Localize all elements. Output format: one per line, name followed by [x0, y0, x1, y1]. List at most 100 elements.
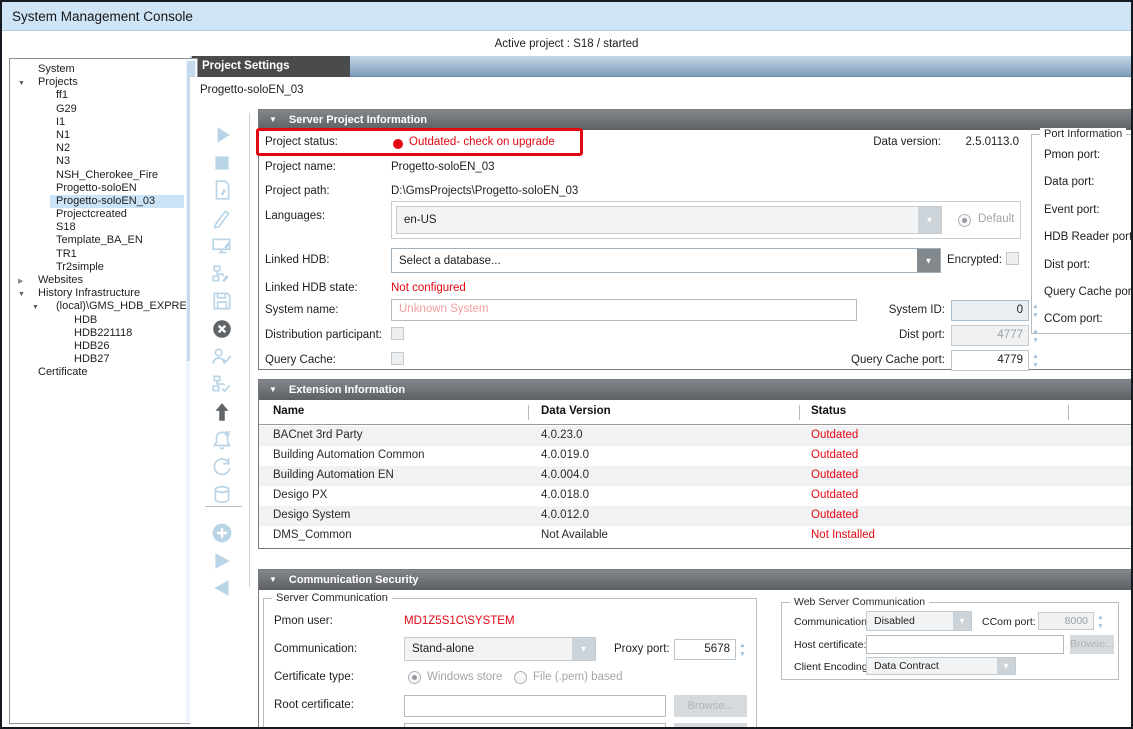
encrypted-checkbox[interactable] [1006, 252, 1019, 265]
table-row[interactable]: DMS_CommonNot AvailableNot Installed [259, 526, 1132, 546]
tree-item-label: Certificate [38, 366, 88, 379]
tree-item-websites[interactable]: ▶Websites [10, 274, 197, 287]
table-row[interactable]: Building Automation EN4.0.004.0Outdated [259, 466, 1132, 486]
tab-project-settings[interactable]: Project Settings [192, 56, 350, 77]
tree-item-system[interactable]: System [10, 63, 197, 76]
chevron-down-icon[interactable] [917, 249, 940, 272]
query-cache-port-stepper[interactable]: 4779 [951, 350, 1029, 371]
cell-status: Outdated [811, 449, 858, 461]
tree-item-n3[interactable]: N3 [10, 155, 197, 168]
collapse-icon[interactable]: ▼ [269, 110, 277, 130]
root-certificate-browse-button[interactable]: Browse... [674, 695, 747, 717]
section-header-server-project-information[interactable]: ▼Server Project Information [259, 110, 1132, 130]
tree-item-progetto-soloen-03[interactable]: Progetto-soloEN_03 [10, 195, 197, 208]
dist-port-stepper[interactable]: 4777 [951, 325, 1029, 346]
web-communication-dropdown[interactable]: Disabled [866, 611, 972, 631]
tree-item-projectcreated[interactable]: Projectcreated [10, 208, 197, 221]
cell-status: Outdated [811, 489, 858, 501]
edit-station-icon[interactable] [211, 235, 233, 257]
stepper-arrows-icon[interactable]: ▲▼ [1030, 350, 1041, 371]
root-certificate-input[interactable] [404, 695, 666, 717]
upgrade-project-icon[interactable] [211, 401, 233, 423]
table-row[interactable]: Desigo PX4.0.018.0Outdated [259, 486, 1132, 506]
tree-item-n2[interactable]: N2 [10, 142, 197, 155]
tree-item--local-gms-hdb-express[interactable]: ▼(local)\GMS_HDB_EXPRESS [10, 300, 197, 313]
start-project-icon[interactable] [211, 124, 233, 146]
tree-item-hdb27[interactable]: HDB27 [10, 353, 197, 366]
chevron-down-icon[interactable] [997, 658, 1015, 674]
tree-item-i1[interactable]: I1 [10, 116, 197, 129]
file-pem-radio[interactable] [514, 671, 527, 684]
save-project-icon[interactable] [211, 290, 233, 312]
tree-item-label: TR1 [56, 248, 77, 261]
edit-distribution-icon[interactable] [211, 263, 233, 285]
encrypted-label: Encrypted: [947, 254, 1002, 266]
column-header-name[interactable]: Name [273, 405, 304, 417]
table-row[interactable]: BACnet 3rd Party4.0.23.0Outdated [259, 426, 1132, 446]
chevron-down-icon[interactable] [918, 207, 941, 233]
mute-notifications-icon[interactable] [211, 429, 233, 451]
web-host-certificate-input[interactable] [866, 635, 1064, 654]
tree-item-projects[interactable]: ▼Projects [10, 76, 197, 89]
tree-item-s18[interactable]: S18 [10, 221, 197, 234]
system-id-stepper[interactable]: 0 [951, 300, 1029, 321]
tree-item-g29[interactable]: G29 [10, 103, 197, 116]
ccom-port-label: CCom port: [982, 616, 1036, 628]
tree-item-ff1[interactable]: ff1 [10, 89, 197, 102]
tree-item-progetto-soloen[interactable]: Progetto-soloEN [10, 182, 197, 195]
link-system-icon[interactable] [211, 373, 233, 395]
column-header-data-version[interactable]: Data Version [541, 405, 611, 417]
windows-store-radio[interactable] [408, 671, 421, 684]
stepper-arrows-icon[interactable]: ▲▼ [737, 639, 748, 660]
pmon-user-label: Pmon user: [274, 615, 333, 627]
stepper-arrows-icon[interactable]: ▲▼ [1095, 612, 1106, 630]
activate-next-icon[interactable] [211, 550, 233, 572]
link-user-icon[interactable] [211, 346, 233, 368]
ccom-port-stepper[interactable]: 8000 [1038, 612, 1094, 630]
host-certificate-browse-button[interactable]: Browse... [674, 723, 747, 729]
tree-item-history-infrastructure[interactable]: ▼History Infrastructure [10, 287, 197, 300]
activate-previous-icon[interactable] [211, 577, 233, 599]
tree-item-certificate[interactable]: Certificate [10, 366, 197, 379]
query-cache-checkbox[interactable] [391, 352, 404, 365]
language-dropdown[interactable]: en-US [396, 206, 942, 234]
linked-hdb-dropdown[interactable]: Select a database... [391, 248, 941, 273]
tree-item-n1[interactable]: N1 [10, 129, 197, 142]
chevron-down-icon[interactable] [572, 638, 595, 660]
column-header-status[interactable]: Status [811, 405, 846, 417]
breadcrumb: Progetto-soloEN_03 [200, 84, 304, 96]
cell-data-version: 4.0.012.0 [541, 509, 589, 521]
create-project-icon[interactable] [211, 179, 233, 201]
distribution-participant-label: Distribution participant: [265, 329, 382, 341]
project-status-value: Outdated- check on upgrade [409, 136, 555, 148]
tree-item-hdb221118[interactable]: HDB221118 [10, 327, 197, 340]
web-host-certificate-browse-button[interactable]: Browse... [1070, 635, 1114, 654]
collapse-icon[interactable]: ▼ [269, 380, 277, 400]
tree-item-tr2simple[interactable]: Tr2simple [10, 261, 197, 274]
system-name-input[interactable]: Unknown System [391, 299, 857, 321]
table-row[interactable]: Desigo System4.0.012.0Outdated [259, 506, 1132, 526]
edit-project-icon[interactable] [211, 207, 233, 229]
section-header-extension-information[interactable]: ▼Extension Information [259, 380, 1132, 400]
table-row[interactable]: Building Automation Common4.0.019.0Outda… [259, 446, 1132, 466]
distribution-participant-checkbox[interactable] [391, 327, 404, 340]
close-project-icon[interactable] [211, 318, 233, 340]
tree-item-hdb[interactable]: HDB [10, 314, 197, 327]
tree-item-tr1[interactable]: TR1 [10, 248, 197, 261]
host-certificate-input[interactable] [404, 723, 666, 729]
proxy-port-stepper[interactable]: 5678 [674, 639, 736, 660]
chevron-down-icon[interactable] [953, 612, 971, 630]
section-header-communication-security[interactable]: ▼Communication Security [259, 570, 1132, 590]
default-language-radio[interactable] [958, 214, 971, 227]
tree-item-nsh-cherokee-fire[interactable]: NSH_Cherokee_Fire [10, 169, 197, 182]
section-extension-information: ▼Extension Information Name Data Version… [258, 379, 1133, 549]
tree-item-hdb26[interactable]: HDB26 [10, 340, 197, 353]
add-icon[interactable] [211, 522, 233, 544]
client-encoding-dropdown[interactable]: Data Contract [866, 657, 1016, 675]
clear-history-icon[interactable] [211, 484, 233, 506]
tree-item-template-ba-en[interactable]: Template_BA_EN [10, 234, 197, 247]
communication-dropdown[interactable]: Stand-alone [404, 637, 596, 661]
stop-project-icon[interactable] [211, 152, 233, 174]
restore-project-icon[interactable] [211, 456, 233, 478]
collapse-icon[interactable]: ▼ [269, 570, 277, 590]
